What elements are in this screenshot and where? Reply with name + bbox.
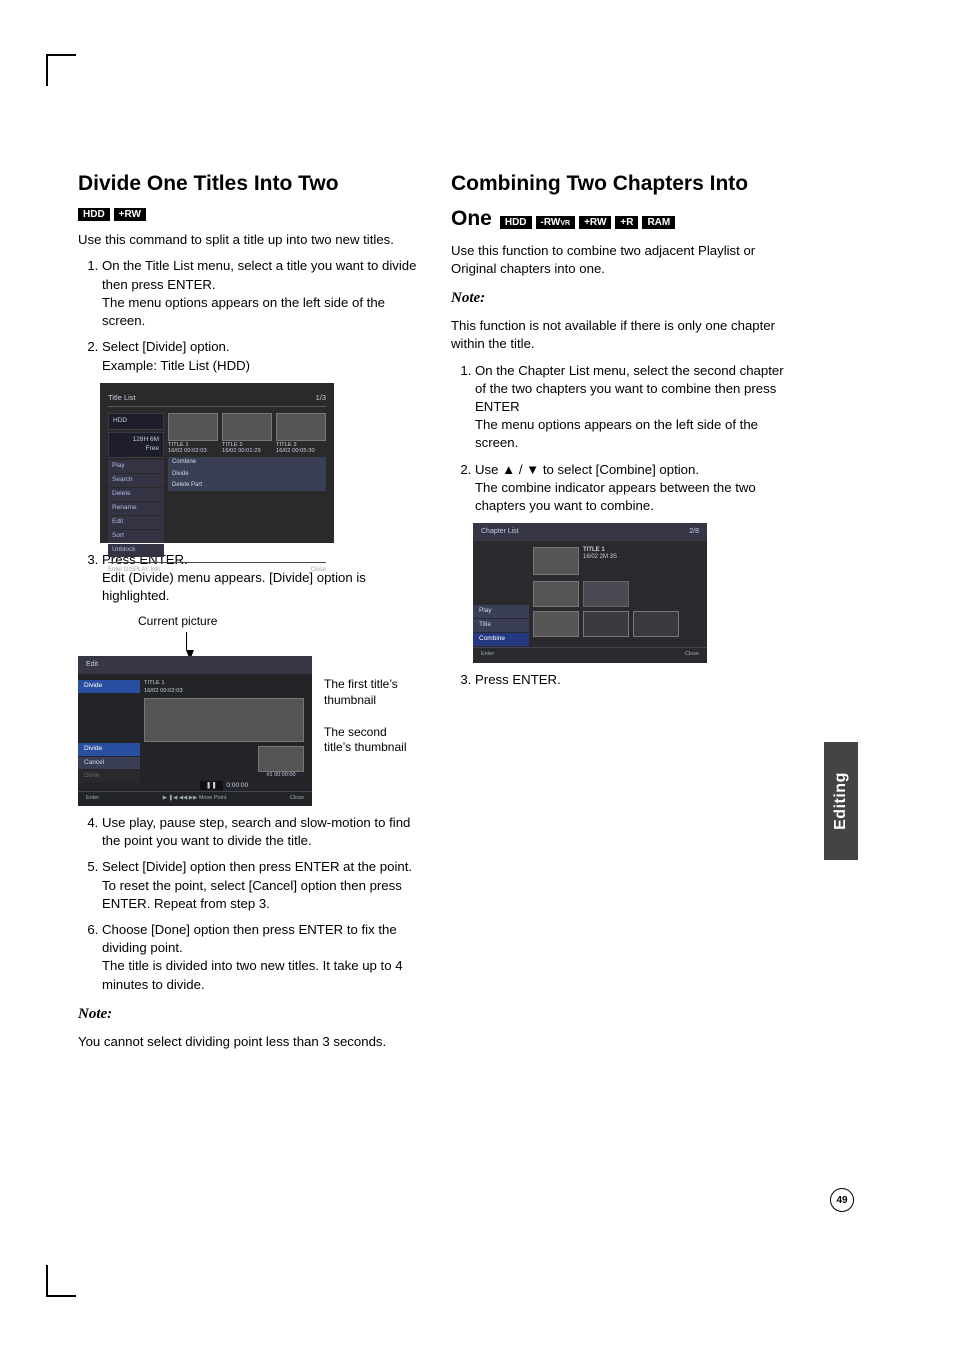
- shot1-free: 128H 6M Free: [108, 432, 164, 458]
- r-step-1: On the Chapter List menu, select the sec…: [475, 362, 790, 453]
- menu-unblock: Unblock: [108, 544, 164, 557]
- shot3-counter: 2/8: [689, 527, 699, 537]
- step-6: Choose [Done] option then press ENTER to…: [102, 921, 417, 994]
- left-note-heading: Note:: [78, 1004, 417, 1025]
- shot3-title-thumb: [533, 547, 579, 575]
- shot3-menu-play: Play: [473, 605, 529, 618]
- shot3-menu-combine: Combine: [473, 633, 529, 646]
- badge-plus-r: +R: [615, 216, 638, 229]
- submenu-delete-part: Delete Part: [168, 479, 326, 490]
- shot1-title: Title List: [108, 393, 136, 403]
- screenshot-chapter-list: Chapter List 2/8 Play Title Combine TITL…: [473, 523, 707, 663]
- step-1: On the Title List menu, select a title y…: [102, 257, 417, 330]
- step-3: Press ENTER. Edit (Divide) menu appears.…: [102, 551, 417, 606]
- menu-delete: Delete: [108, 488, 164, 501]
- shot3-foot-r: Close: [685, 651, 699, 659]
- right-note-heading: Note:: [451, 288, 790, 309]
- right-steps: On the Chapter List menu, select the sec…: [451, 362, 790, 516]
- shot2-thumb1: [258, 746, 304, 772]
- left-column: Divide One Titles Into Two HDD +RW Use t…: [78, 170, 417, 1059]
- shot3-title-date: 16/02 2M 3S: [583, 554, 617, 561]
- submenu-combine: Combine: [168, 457, 326, 468]
- menu-edit: Edit: [108, 516, 164, 529]
- shot2-opt-cancel: Cancel: [78, 757, 140, 770]
- shot3-ch5: [633, 611, 679, 637]
- badge-hdd: HDD: [78, 208, 110, 221]
- shot3-hdr: Chapter List: [481, 527, 519, 537]
- menu-rename: Rename: [108, 502, 164, 515]
- right-step-3: Press ENTER.: [451, 671, 790, 689]
- shot1-menu: Play Search Delete Rename Edit Sort Unbl…: [108, 460, 164, 557]
- shot3-foot-l: Enter: [481, 651, 494, 659]
- right-note: This function is not available if there …: [451, 317, 790, 353]
- crop-mark-bottom-left: [46, 1265, 60, 1295]
- shot2-btn-divide: Divide: [78, 680, 140, 693]
- right-intro: Use this function to combine two adjacen…: [451, 242, 790, 278]
- page-number: 49: [830, 1188, 854, 1212]
- shot3-ch4: [583, 611, 629, 637]
- left-note: You cannot select dividing point less th…: [78, 1033, 417, 1051]
- shot1-submenu: Combine Divide Delete Part: [168, 457, 326, 491]
- screenshot-edit-divide: Edit Divide Divide Cancel Done TITLE 1 1…: [78, 656, 312, 806]
- badge-ram: RAM: [642, 216, 675, 229]
- shot3-menu-title: Title: [473, 619, 529, 632]
- callouts-right: The first title’s thumbnail The second t…: [324, 671, 417, 771]
- r-step-2: Use ▲ / ▼ to select [Combine] option. Th…: [475, 461, 790, 516]
- step-4: Use play, pause step, search and slow-mo…: [102, 814, 417, 850]
- badge-hdd-r: HDD: [500, 216, 532, 229]
- shot3-menu: Play Title Combine: [473, 541, 529, 647]
- badge-rwvr: -RWVR: [536, 216, 576, 229]
- shot3-row3: [533, 611, 699, 637]
- shot2-thumb1-label: #1 00:00:00: [258, 772, 304, 780]
- right-column: Combining Two Chapters Into One HDD -RWV…: [451, 170, 790, 1059]
- shot3-ch2-selected: [583, 581, 629, 607]
- section-tab-editing: Editing: [824, 742, 858, 860]
- page-content: Divide One Titles Into Two HDD +RW Use t…: [0, 0, 840, 1099]
- left-badges: HDD +RW: [78, 208, 146, 221]
- badge-plus-rw: +RW: [114, 208, 146, 221]
- left-steps-a: On the Title List menu, select a title y…: [78, 257, 417, 374]
- left-steps-b: Use play, pause step, search and slow-mo…: [78, 814, 417, 994]
- right-heading: Combining Two Chapters Into: [451, 170, 790, 199]
- shot3-row2: [533, 581, 699, 607]
- menu-play: Play: [108, 460, 164, 473]
- callout-first-thumb: The first title’s thumbnail: [324, 677, 417, 708]
- left-intro: Use this command to split a title up int…: [78, 231, 417, 249]
- submenu-divide: Divide: [168, 468, 326, 479]
- shot2-foot-m: ▶ ❚◀ ◀◀ ▶▶ Move Point: [163, 795, 227, 803]
- left-step-3: Press ENTER. Edit (Divide) menu appears.…: [78, 551, 417, 606]
- r-step-3: Press ENTER.: [475, 671, 790, 689]
- left-heading: Divide One Titles Into Two: [78, 170, 417, 199]
- shot3-ch3: [533, 611, 579, 637]
- step-5: Select [Divide] option then press ENTER …: [102, 858, 417, 913]
- shot2-opt-divide: Divide: [78, 743, 140, 756]
- right-heading-trail: One: [451, 205, 492, 234]
- callouts-shot2: Current picture Edit Divide Divide Cance…: [78, 613, 417, 806]
- screenshot-title-list: Title List 1/3 HDD 128H 6M Free Play Sea…: [100, 383, 334, 543]
- shot1-foot-left: Enter DISPLAY Info: [108, 566, 160, 574]
- shot2-caption: TITLE 1 16/02 00:02:03: [144, 680, 304, 696]
- shot1-foot-right: Close: [311, 566, 326, 574]
- right-badges: HDD -RWVR +RW +R RAM: [500, 216, 675, 229]
- shot2-foot-r: Close: [290, 795, 304, 803]
- shot2-preview: [144, 698, 304, 742]
- menu-search: Search: [108, 474, 164, 487]
- callout-second-thumb: The second title’s thumbnail: [324, 725, 417, 756]
- callout-current-picture: Current picture: [138, 613, 417, 630]
- step-2: Select [Divide] option. Example: Title L…: [102, 338, 417, 374]
- badge-plus-rw-r: +RW: [579, 216, 611, 229]
- menu-sort: Sort: [108, 530, 164, 543]
- shot3-title-name: TITLE 1: [583, 547, 617, 554]
- shot2-hdr: Edit: [86, 660, 98, 670]
- shot1-disk: HDD: [108, 413, 164, 430]
- shot2-time: 0:00:00: [226, 782, 248, 789]
- shot2-foot-l: Enter: [86, 795, 99, 803]
- shot2-opt-done: Done: [78, 770, 140, 783]
- shot1-counter: 1/3: [316, 393, 326, 403]
